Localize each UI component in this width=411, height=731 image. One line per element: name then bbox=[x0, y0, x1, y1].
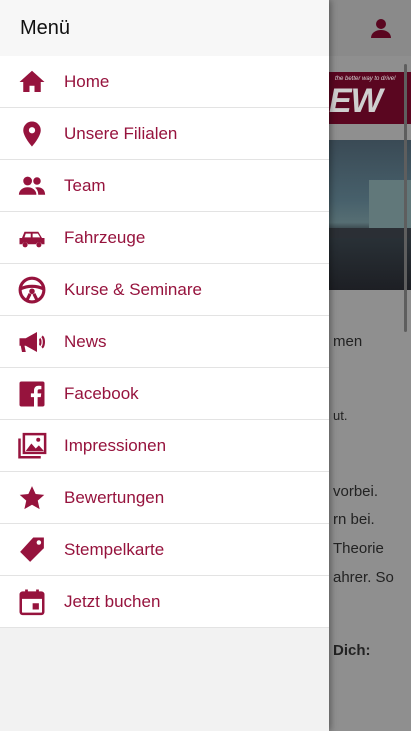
tag-icon bbox=[0, 524, 64, 576]
menu-item-home[interactable]: Home bbox=[0, 56, 329, 108]
drawer-menu: Home Unsere Filialen Team Fahrzeuge Kurs… bbox=[0, 56, 329, 628]
bg-text-line: ahrer. So bbox=[333, 569, 394, 586]
menu-item-filialen[interactable]: Unsere Filialen bbox=[0, 108, 329, 160]
menu-item-label: Unsere Filialen bbox=[64, 123, 178, 143]
menu-item-label: Stempelkarte bbox=[64, 539, 165, 559]
calendar-icon bbox=[0, 576, 64, 628]
menu-item-impressionen[interactable]: Impressionen bbox=[0, 420, 329, 472]
menu-item-kurse[interactable]: Kurse & Seminare bbox=[0, 264, 329, 316]
menu-item-buchen[interactable]: Jetzt buchen bbox=[0, 576, 329, 628]
people-icon bbox=[0, 160, 64, 212]
drawer-header: Menü bbox=[0, 0, 329, 56]
menu-item-label: Fahrzeuge bbox=[64, 227, 146, 247]
user-icon[interactable] bbox=[369, 16, 393, 40]
facebook-icon bbox=[0, 368, 64, 420]
menu-item-label: Team bbox=[64, 175, 106, 195]
location-pin-icon bbox=[0, 108, 64, 160]
menu-item-label: Jetzt buchen bbox=[64, 591, 161, 611]
menu-item-label: Bewertungen bbox=[64, 487, 165, 507]
menu-item-label: News bbox=[64, 331, 107, 351]
bg-text-line: rn bei. bbox=[333, 511, 375, 528]
photos-icon bbox=[0, 420, 64, 472]
hero-image bbox=[329, 140, 411, 290]
menu-item-facebook[interactable]: Facebook bbox=[0, 368, 329, 420]
bg-text-line: vorbei. bbox=[333, 483, 379, 500]
drawer-title: Menü bbox=[20, 16, 71, 39]
menu-item-label: Kurse & Seminare bbox=[64, 279, 202, 299]
megaphone-icon bbox=[0, 316, 64, 368]
banner-logo-text: EW bbox=[329, 82, 383, 120]
scrollbar[interactable] bbox=[404, 64, 407, 332]
menu-item-bewertungen[interactable]: Bewertungen bbox=[0, 472, 329, 524]
navigation-drawer: Menü Home Unsere Filialen Team Fahrzeuge… bbox=[0, 0, 329, 731]
menu-item-label: Facebook bbox=[64, 383, 139, 403]
menu-item-news[interactable]: News bbox=[0, 316, 329, 368]
steering-wheel-icon bbox=[0, 264, 64, 316]
menu-item-label: Impressionen bbox=[64, 435, 167, 455]
car-icon bbox=[0, 212, 64, 264]
bg-text-line: Dich: bbox=[333, 642, 371, 659]
bg-text-line: men bbox=[333, 333, 363, 350]
brand-banner: the better way to drive! EW bbox=[329, 72, 411, 124]
menu-item-label: Home bbox=[64, 71, 110, 91]
menu-item-fahrzeuge[interactable]: Fahrzeuge bbox=[0, 212, 329, 264]
star-icon bbox=[0, 472, 64, 524]
menu-item-team[interactable]: Team bbox=[0, 160, 329, 212]
home-icon bbox=[0, 56, 64, 108]
bg-text-line: ut. bbox=[333, 408, 348, 423]
bg-text-line: Theorie bbox=[333, 540, 384, 557]
menu-item-stempelkarte[interactable]: Stempelkarte bbox=[0, 524, 329, 576]
